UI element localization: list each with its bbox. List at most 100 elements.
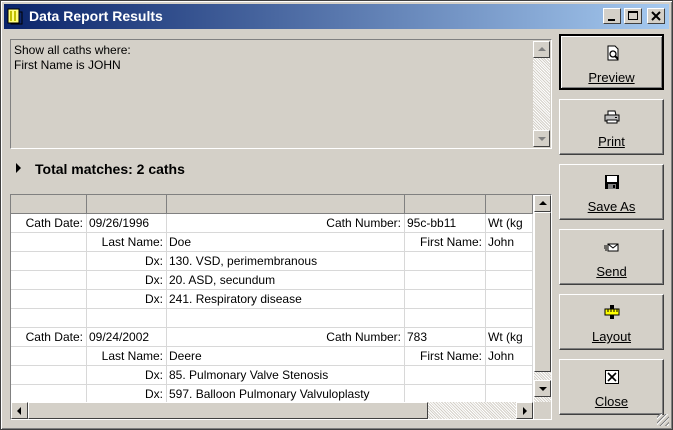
- scroll-left-button[interactable]: [11, 402, 28, 419]
- close-label: Close: [594, 394, 629, 409]
- table-cell: [11, 347, 87, 366]
- preview-button[interactable]: Preview: [559, 34, 664, 90]
- layout-button[interactable]: Layout: [559, 294, 664, 350]
- table-cell: [405, 366, 486, 385]
- table-cell: [405, 252, 486, 271]
- table-cell: 20. ASD, secundum: [167, 271, 405, 290]
- close-window-button[interactable]: [647, 8, 665, 24]
- save-as-button[interactable]: Save As: [559, 164, 664, 220]
- minimize-button[interactable]: [603, 8, 621, 24]
- close-button[interactable]: Close: [559, 359, 664, 415]
- table-cell: Dx:: [87, 290, 167, 309]
- column-header[interactable]: [87, 195, 167, 213]
- arrow-up-icon: [539, 201, 547, 205]
- table-cell: 241. Respiratory disease: [167, 290, 405, 309]
- scroll-corner: [534, 402, 551, 419]
- table-row[interactable]: Last Name: Doe First Name: John: [11, 233, 533, 252]
- table-cell: 783: [405, 328, 486, 347]
- table-cell: [11, 233, 87, 252]
- table-cell: Last Name:: [87, 347, 167, 366]
- table-cell: 130. VSD, perimembranous: [167, 252, 405, 271]
- table-row[interactable]: Last Name: Deere First Name: John: [11, 347, 533, 366]
- scroll-thumb[interactable]: [534, 212, 551, 372]
- table-cell: John: [486, 347, 533, 366]
- table-cell: [486, 385, 533, 402]
- table-cell: [167, 309, 405, 328]
- arrow-right-icon: [523, 407, 527, 415]
- column-header[interactable]: [486, 195, 533, 213]
- table-cell: Cath Number:: [167, 328, 405, 347]
- table-cell: [405, 385, 486, 402]
- minimize-icon: [608, 19, 615, 21]
- table-cell: 95c-bb11: [405, 214, 486, 233]
- table-row[interactable]: Cath Date: 09/26/1996 Cath Number: 95c-bb11…: [11, 214, 533, 233]
- criteria-text: Show all caths where: First Name is JOHN: [14, 43, 131, 72]
- table-cell: Dx:: [87, 366, 167, 385]
- arrow-up-icon: [538, 47, 546, 51]
- title-bar[interactable]: Data Report Results: [4, 4, 669, 29]
- floppy-disk-icon: [605, 175, 619, 189]
- column-header[interactable]: [167, 195, 405, 213]
- scroll-up-button[interactable]: [534, 195, 551, 212]
- scroll-right-button[interactable]: [516, 402, 533, 419]
- column-header[interactable]: [11, 195, 87, 213]
- table-cell: Doe: [167, 233, 405, 252]
- scroll-down-button[interactable]: [533, 130, 550, 147]
- table-cell: [11, 366, 87, 385]
- table-row[interactable]: Dx: 130. VSD, perimembranous: [11, 252, 533, 271]
- table-row[interactable]: Dx: 20. ASD, secundum: [11, 271, 533, 290]
- table-cell: Deere: [167, 347, 405, 366]
- table-cell: [11, 309, 87, 328]
- table-cell: Dx:: [87, 252, 167, 271]
- table-cell: [405, 309, 486, 328]
- preview-label: Preview: [588, 70, 635, 85]
- table-cell: John: [486, 233, 533, 252]
- maximize-button[interactable]: [624, 8, 642, 24]
- table-cell: [486, 290, 533, 309]
- table-cell: Dx:: [87, 385, 167, 402]
- total-matches: Total matches: 2 caths: [35, 161, 185, 177]
- criteria-scrollbar[interactable]: [533, 41, 550, 147]
- table-cell: Wt (kg: [486, 214, 533, 233]
- table-cell: Wt (kg: [486, 328, 533, 347]
- scroll-up-button[interactable]: [533, 41, 550, 58]
- report-window: Data Report Results Show all caths where…: [0, 0, 673, 430]
- maximize-icon: [628, 11, 638, 20]
- table-row[interactable]: Cath Date: 09/24/2002 Cath Number: 783 Wt (k…: [11, 328, 533, 347]
- grid-horizontal-scrollbar[interactable]: [11, 402, 533, 419]
- save-as-label: Save As: [587, 199, 636, 214]
- table-row[interactable]: [11, 309, 533, 328]
- table-cell: 09/26/1996: [87, 214, 167, 233]
- grid-vertical-scrollbar[interactable]: [534, 195, 551, 402]
- table-cell: Last Name:: [87, 233, 167, 252]
- printer-icon: [604, 110, 620, 124]
- table-cell: [486, 309, 533, 328]
- layout-label: Layout: [591, 329, 632, 344]
- table-row[interactable]: Dx: 597. Balloon Pulmonary Valvuloplasty: [11, 385, 533, 402]
- table-row[interactable]: Dx: 85. Pulmonary Valve Stenosis: [11, 366, 533, 385]
- table-cell: [11, 271, 87, 290]
- table-cell: [486, 271, 533, 290]
- close-icon: [651, 11, 661, 21]
- grid-header: [11, 195, 533, 214]
- criteria-box[interactable]: Show all caths where: First Name is JOHN: [10, 39, 552, 149]
- print-button[interactable]: Print: [559, 99, 664, 155]
- arrow-down-icon: [539, 387, 547, 391]
- scroll-thumb[interactable]: [28, 402, 428, 419]
- window-title: Data Report Results: [29, 8, 163, 24]
- resize-grip[interactable]: [657, 414, 669, 426]
- report-grid[interactable]: Cath Date: 09/26/1996 Cath Number: 95c-bb11…: [10, 194, 552, 420]
- close-box-icon: [605, 370, 619, 384]
- scroll-down-button[interactable]: [534, 380, 551, 397]
- send-icon: [604, 243, 619, 252]
- column-header[interactable]: [405, 195, 486, 213]
- send-label: Send: [596, 264, 627, 279]
- table-row[interactable]: Dx: 241. Respiratory disease: [11, 290, 533, 309]
- expand-arrow-icon[interactable]: [16, 163, 21, 173]
- send-button[interactable]: Send: [559, 229, 664, 285]
- report-icon: [7, 8, 23, 25]
- table-cell: [486, 252, 533, 271]
- table-cell: Cath Number:: [167, 214, 405, 233]
- table-cell: [87, 309, 167, 328]
- table-cell: Cath Date:: [11, 328, 87, 347]
